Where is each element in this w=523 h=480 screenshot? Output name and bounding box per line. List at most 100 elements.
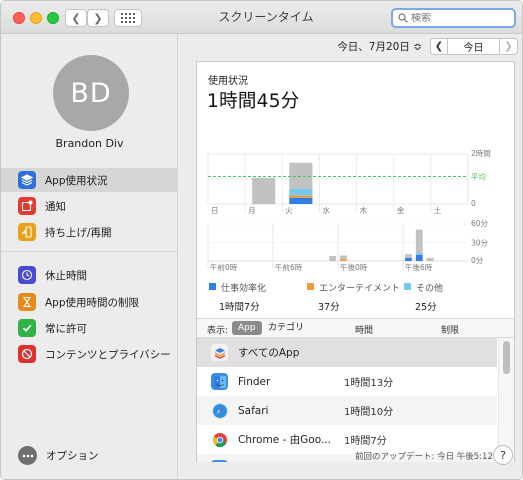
weekly-y-tick: 0 [471, 199, 476, 208]
hourly-tick-label: 午後6時 [405, 262, 433, 272]
avatar[interactable]: BD [53, 55, 129, 131]
sidebar-item-always-allowed[interactable]: 常に許可 [1, 316, 178, 340]
legend-swatch [209, 283, 216, 290]
weekly-y-tick: 2時間 [471, 149, 491, 158]
chevron-right-icon: ❯ [93, 11, 103, 25]
weekly-bar [289, 189, 313, 196]
hourly-y-tick: 60分 [471, 219, 489, 228]
user-name: Brandon Div [55, 137, 124, 150]
sidebar-item-pickups[interactable]: 持ち上げ/再開 [1, 220, 178, 244]
help-button[interactable]: ? [493, 445, 513, 465]
legend-label: その他 [416, 284, 444, 294]
sidebar-item-label: 常に許可 [45, 322, 87, 335]
close-window-button[interactable] [13, 12, 25, 24]
sidebar-item-content-privacy[interactable]: コンテンツとプライバシー [1, 342, 178, 366]
options-button[interactable]: オプション [18, 446, 99, 465]
finder-icon [211, 373, 228, 390]
sidebar-item-label: 休止時間 [45, 269, 87, 282]
hourly-tick-label: 午前6時 [275, 262, 303, 272]
downtime-icon [18, 266, 36, 284]
sidebar-item-label: 持ち上げ/再開 [45, 226, 112, 239]
app-time: 1時間10分 [344, 407, 394, 418]
zoom-window-button[interactable] [47, 12, 59, 24]
app-name: Finder [238, 375, 271, 388]
app-list: すべてのApp Finder 1時間13分 Safari 1時間10分 Chro… [197, 338, 514, 462]
average-label: 平均 [471, 172, 486, 182]
sidebar: BD Brandon Div App使用状況 通知 持ち上げ/再開 休止時間 A… [1, 34, 178, 479]
hourly-bar [415, 229, 423, 253]
app-time: 1時間7分 [344, 436, 387, 447]
legend-item-work: 仕事効率化 [209, 281, 266, 294]
weekly-tick-label: 木 [360, 205, 368, 215]
chevron-left-icon: ❮ [71, 11, 81, 25]
hourly-bar [415, 252, 423, 255]
app-name: Safari [238, 404, 269, 417]
table-header: 表示: App カテゴリ 時間 制限 [197, 318, 514, 338]
sidebar-item-downtime[interactable]: 休止時間 [1, 263, 178, 287]
hourly-y-tick: 30分 [471, 239, 489, 248]
window-title: スクリーンタイム [218, 10, 314, 24]
chevron-right-icon: ❯ [504, 41, 513, 52]
sidebar-item-label: App使用時間の制限 [45, 296, 140, 309]
hourly-bar [426, 257, 434, 261]
weekly-bar [289, 197, 313, 204]
search-icon [398, 13, 408, 23]
weekly-tick-label: 月 [248, 206, 256, 215]
list-item[interactable]: すべてのApp [197, 338, 497, 367]
hourly-bar [405, 254, 412, 258]
app-name: すべてのApp [238, 347, 300, 359]
segment-app[interactable]: App [232, 321, 262, 335]
weekly-tick-label: 水 [322, 205, 330, 215]
hourly-bar [340, 255, 347, 260]
legend-swatch [404, 283, 411, 290]
sidebar-item-app-limits[interactable]: App使用時間の制限 [1, 290, 178, 314]
sidebar-item-notifications[interactable]: 通知 [1, 194, 178, 218]
hourly-bar [405, 257, 412, 261]
app-list-scrollbar[interactable] [498, 338, 514, 462]
segment-category[interactable]: カテゴリ [262, 321, 310, 335]
notification-icon [18, 197, 36, 215]
column-header-time[interactable]: 時間 [355, 323, 373, 336]
weekly-bar [289, 162, 313, 189]
hourly-y-tick: 0分 [471, 256, 484, 265]
usage-panel: 使用状況 1時間45分 日月火水木金土 2時間 平均 0 午前0時 午前6時 午後0時 午後6… [196, 61, 515, 462]
weekly-tick-label: 土 [434, 205, 442, 215]
minimize-window-button[interactable] [30, 12, 42, 24]
list-item[interactable]: Safari 1時間10分 [197, 396, 497, 425]
hourly-bar [415, 254, 423, 261]
legend-label: エンターテイメント [319, 284, 401, 294]
show-all-preferences-button[interactable] [114, 9, 142, 27]
legend-time-work: 1時間7分 [219, 302, 260, 313]
search-input[interactable] [411, 12, 511, 24]
legend-item-other: その他 [404, 281, 443, 294]
sidebar-item-label: App使用状況 [45, 174, 108, 187]
screen-time-window: ❮ ❯ スクリーンタイム BD Brandon Div [0, 0, 523, 480]
no-entry-icon [18, 345, 36, 363]
sidebar-item-app-usage[interactable]: App使用状況 [1, 168, 178, 192]
forward-button[interactable]: ❯ [87, 9, 109, 27]
grid-icon [121, 13, 135, 23]
next-day-button[interactable]: ❯ [500, 38, 518, 55]
legend-time-other: 25分 [415, 302, 437, 313]
search-box[interactable] [391, 8, 516, 28]
sidebar-divider [1, 251, 178, 252]
usage-charts: 日 月 火 水 木 金 土 2時間平均 0 午前0時 午前6時 午後0時 午後6時 60分 30分 0分 [207, 149, 491, 272]
sidebar-item-label: コンテンツとプライバシー [45, 348, 171, 361]
column-header-limit[interactable]: 制限 [441, 323, 459, 336]
previous-day-button[interactable]: ❮ [430, 38, 448, 55]
last-update-text: 前回のアップデート: 今日 午後5:12 [355, 452, 493, 462]
legend-item-entertainment: エンターテイメント [307, 281, 400, 294]
titlebar: ❮ ❯ スクリーンタイム [1, 1, 522, 34]
back-button[interactable]: ❮ [65, 9, 87, 27]
legend-swatch [307, 283, 314, 290]
app-name: Chrome - 由Goo... [238, 434, 331, 446]
list-item[interactable]: Finder 1時間13分 [197, 367, 497, 396]
legend-time-entertainment: 37分 [318, 302, 340, 313]
chrome-icon [211, 431, 228, 448]
more-icon [18, 446, 37, 465]
date-navigation: 今日、7月20日 ≎ ❮ 今日 ❯ [337, 38, 518, 55]
app-time: 1時間13分 [344, 378, 394, 389]
date-selector[interactable]: 今日、7月20日 ≎ [337, 39, 422, 54]
scrollbar-thumb[interactable] [503, 341, 510, 374]
today-button[interactable]: 今日 [448, 38, 500, 55]
